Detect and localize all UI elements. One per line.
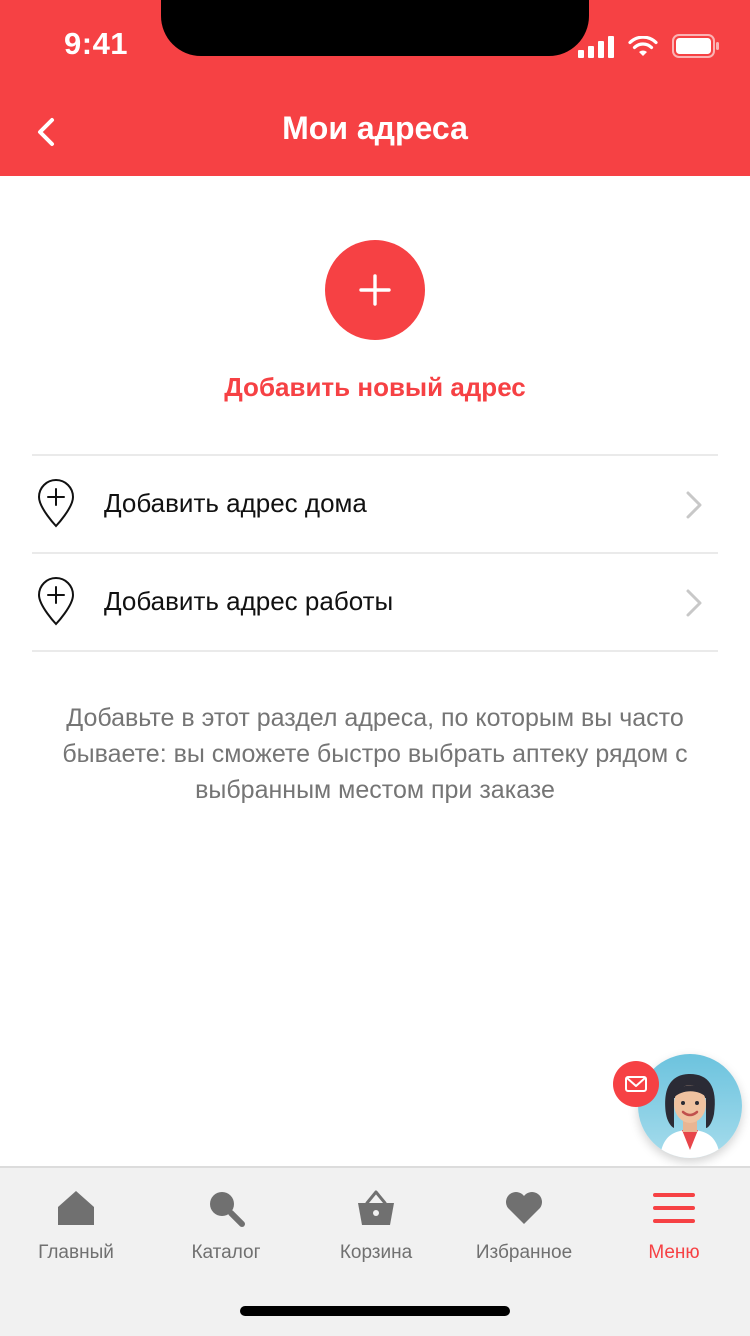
header-bar: 9:41 Мои адреса — [0, 0, 750, 176]
menu-icon — [652, 1186, 696, 1230]
location-pin-plus-icon — [37, 479, 75, 528]
cellular-signal-icon — [578, 36, 614, 58]
tab-label: Корзина — [339, 1242, 413, 1263]
row-label: Добавить адрес работы — [104, 586, 394, 616]
hint-text: Добавьте в этот раздел адреса, по которы… — [62, 704, 688, 804]
tab-home[interactable]: Главный — [1, 1186, 151, 1276]
chevron-right-icon — [686, 589, 702, 617]
add-home-address-row[interactable]: Добавить адрес дома — [32, 456, 718, 552]
tab-favorites[interactable]: Избранное — [449, 1186, 599, 1276]
tab-label: Главный — [38, 1242, 114, 1263]
tab-cart[interactable]: Корзина — [301, 1186, 451, 1276]
tab-label: Избранное — [475, 1242, 573, 1263]
envelope-icon — [625, 1076, 647, 1092]
tab-catalog[interactable]: Каталог — [151, 1186, 301, 1276]
device-notch — [161, 0, 589, 56]
plus-icon — [359, 274, 391, 306]
add-work-address-row[interactable]: Добавить адрес работы — [32, 554, 718, 650]
search-icon — [204, 1186, 248, 1230]
add-address-button[interactable] — [325, 240, 425, 340]
page-title: Мои адреса — [282, 110, 468, 146]
row-label: Добавить адрес дома — [104, 488, 367, 518]
tab-label: Меню — [648, 1242, 700, 1263]
status-time: 9:41 — [64, 26, 129, 61]
wifi-icon — [628, 36, 658, 56]
home-icon — [54, 1186, 98, 1230]
status-icons — [578, 32, 720, 58]
tab-menu[interactable]: Меню — [599, 1186, 749, 1276]
chat-badge[interactable] — [613, 1061, 659, 1107]
divider — [32, 650, 718, 652]
add-address-link[interactable]: Добавить новый адрес — [0, 372, 750, 403]
chevron-right-icon — [686, 491, 702, 519]
location-pin-plus-icon — [37, 577, 75, 626]
home-indicator[interactable] — [240, 1306, 510, 1316]
tab-label: Каталог — [191, 1242, 261, 1263]
heart-icon — [502, 1186, 546, 1230]
battery-icon — [672, 34, 719, 58]
basket-icon — [354, 1186, 398, 1230]
